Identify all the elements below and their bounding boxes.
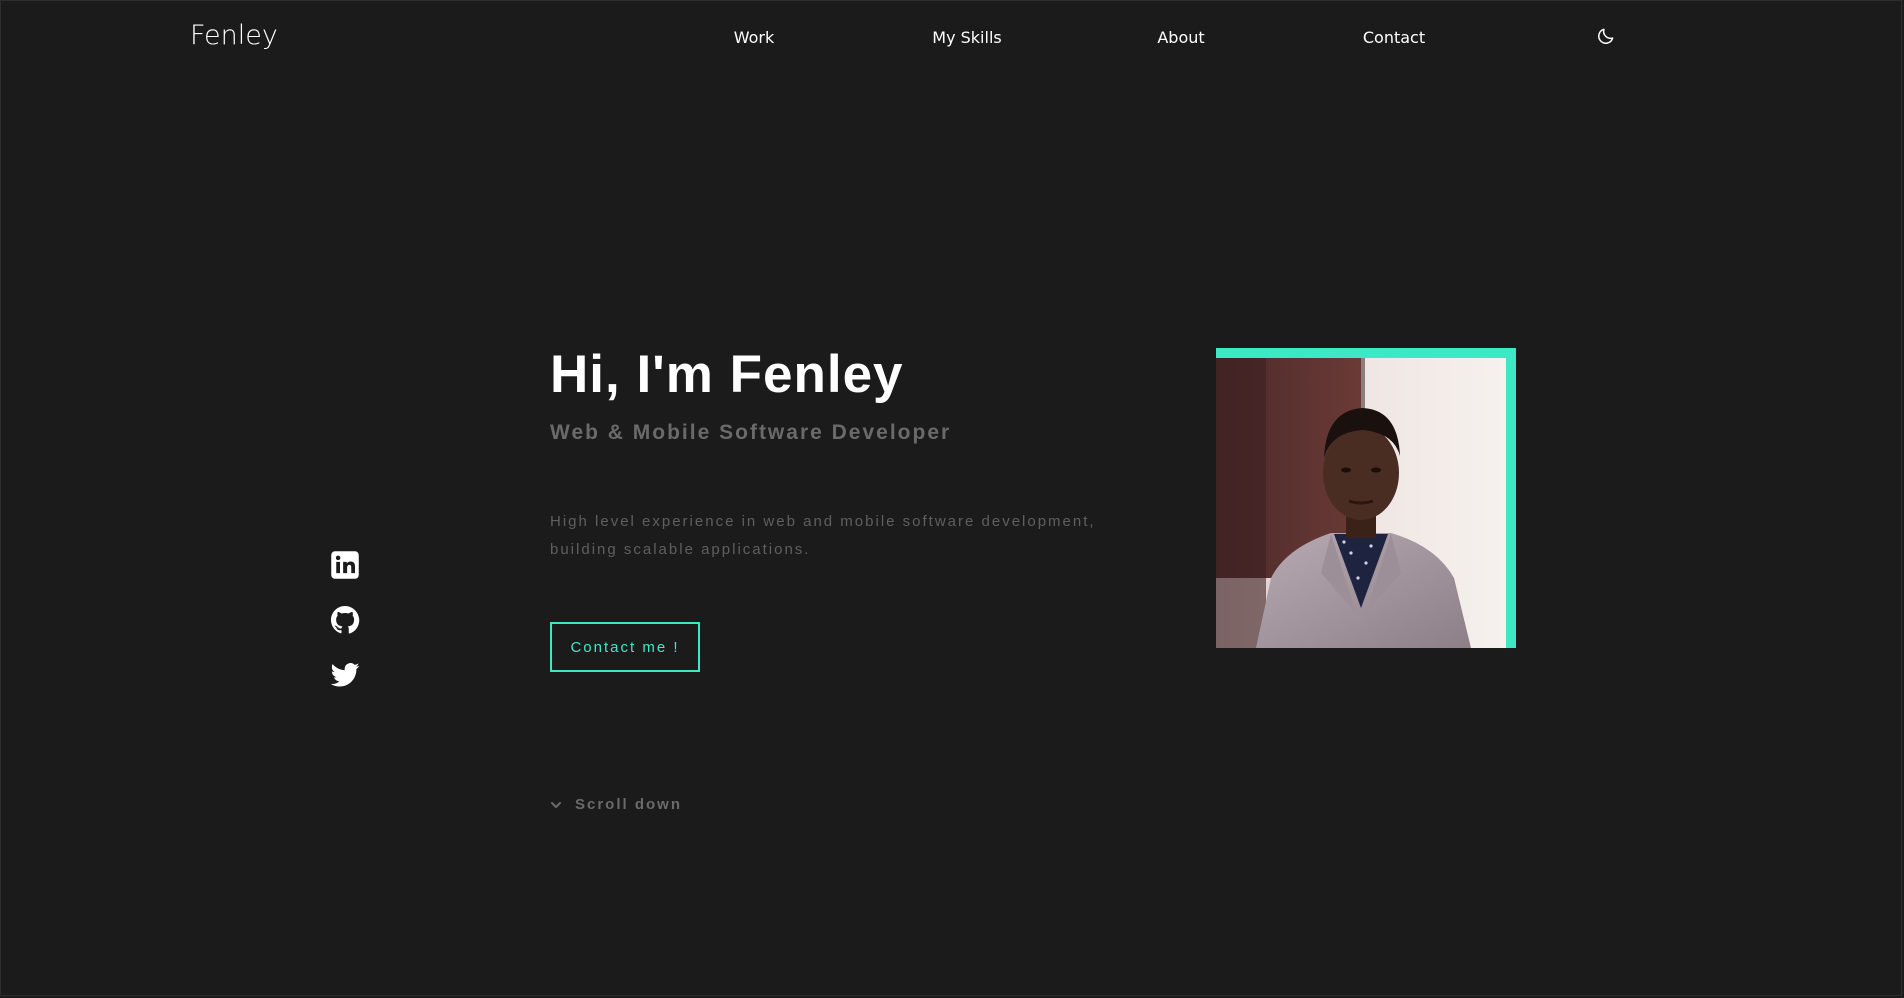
contact-me-button[interactable]: Contact me ! (550, 622, 700, 672)
hero-subtitle: Web & Mobile Software Developer (550, 421, 952, 444)
twitter-icon[interactable] (330, 660, 360, 690)
portrait-frame (1216, 348, 1516, 648)
scroll-down-label: Scroll down (575, 796, 683, 813)
nav-link-contact[interactable]: Contact (1363, 28, 1425, 47)
window-frame (0, 0, 1902, 996)
profile-photo (1216, 358, 1506, 648)
site-logo[interactable]: Fenley (190, 20, 278, 51)
chevron-down-icon (551, 801, 561, 808)
hero-description: High level experience in web and mobile … (550, 513, 1096, 558)
nav-link-work[interactable]: Work (734, 28, 775, 47)
hero-title: Hi, I'm Fenley (550, 345, 904, 404)
moon-icon[interactable] (1596, 26, 1616, 46)
nav-link-about[interactable]: About (1157, 28, 1204, 47)
nav-link-my-skills[interactable]: My Skills (932, 28, 1001, 47)
github-icon[interactable] (330, 605, 360, 635)
linkedin-icon[interactable] (330, 550, 360, 580)
scroll-down-link[interactable]: Scroll down (550, 796, 682, 813)
